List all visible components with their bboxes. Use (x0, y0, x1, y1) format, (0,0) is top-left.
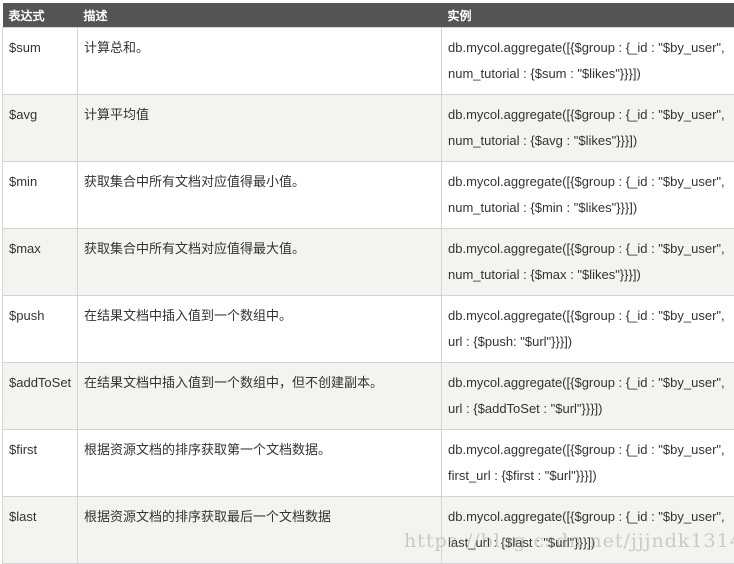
description-cell: 计算总和。 (77, 27, 442, 95)
table-row: $min 获取集合中所有文档对应值得最小值。 db.mycol.aggregat… (2, 161, 734, 229)
header-example: 实例 (441, 3, 734, 28)
table-row: $last 根据资源文档的排序获取最后一个文档数据 db.mycol.aggre… (2, 496, 734, 564)
expression-cell: $addToSet (2, 362, 78, 430)
example-cell: db.mycol.aggregate([{$group : {_id : "$b… (441, 94, 734, 162)
example-line: db.mycol.aggregate([{$group : {_id : "$b… (448, 174, 725, 189)
expression-cell: $min (2, 161, 78, 229)
example-cell: db.mycol.aggregate([{$group : {_id : "$b… (441, 228, 734, 296)
table-row: $addToSet 在结果文档中插入值到一个数组中，但不创建副本。 db.myc… (2, 362, 734, 430)
example-line: num_tutorial : {$sum : "$likes"}}}]) (448, 66, 641, 81)
example-line: db.mycol.aggregate([{$group : {_id : "$b… (448, 375, 725, 390)
example-line: db.mycol.aggregate([{$group : {_id : "$b… (448, 442, 725, 457)
example-cell: db.mycol.aggregate([{$group : {_id : "$b… (441, 161, 734, 229)
expression-cell: $sum (2, 27, 78, 95)
description-cell: 根据资源文档的排序获取最后一个文档数据 (77, 496, 442, 564)
table-row: $avg 计算平均值 db.mycol.aggregate([{$group :… (2, 94, 734, 162)
example-cell: db.mycol.aggregate([{$group : {_id : "$b… (441, 295, 734, 363)
example-line: last_url : {$last : "$url"}}}]) (448, 535, 596, 550)
example-cell: db.mycol.aggregate([{$group : {_id : "$b… (441, 429, 734, 497)
table-row: $first 根据资源文档的排序获取第一个文档数据。 db.mycol.aggr… (2, 429, 734, 497)
example-line: num_tutorial : {$avg : "$likes"}}}]) (448, 133, 638, 148)
example-line: db.mycol.aggregate([{$group : {_id : "$b… (448, 509, 725, 524)
aggregation-operators-table: 表达式 描述 实例 $sum 计算总和。 db.mycol.aggregate(… (2, 3, 734, 564)
table-row: $sum 计算总和。 db.mycol.aggregate([{$group :… (2, 27, 734, 95)
example-cell: db.mycol.aggregate([{$group : {_id : "$b… (441, 362, 734, 430)
example-line: url : {$push: "$url"}}}]) (448, 334, 573, 349)
example-line: db.mycol.aggregate([{$group : {_id : "$b… (448, 107, 725, 122)
example-line: db.mycol.aggregate([{$group : {_id : "$b… (448, 308, 725, 323)
expression-cell: $push (2, 295, 78, 363)
example-line: num_tutorial : {$max : "$likes"}}}]) (448, 267, 641, 282)
table-row: $push 在结果文档中插入值到一个数组中。 db.mycol.aggregat… (2, 295, 734, 363)
description-cell: 根据资源文档的排序获取第一个文档数据。 (77, 429, 442, 497)
description-cell: 在结果文档中插入值到一个数组中。 (77, 295, 442, 363)
example-line: url : {$addToSet : "$url"}}}]) (448, 401, 603, 416)
expression-cell: $avg (2, 94, 78, 162)
header-expression: 表达式 (2, 3, 78, 28)
example-cell: db.mycol.aggregate([{$group : {_id : "$b… (441, 496, 734, 564)
description-cell: 在结果文档中插入值到一个数组中，但不创建副本。 (77, 362, 442, 430)
description-cell: 获取集合中所有文档对应值得最小值。 (77, 161, 442, 229)
example-cell: db.mycol.aggregate([{$group : {_id : "$b… (441, 27, 734, 95)
description-cell: 获取集合中所有文档对应值得最大值。 (77, 228, 442, 296)
example-line: db.mycol.aggregate([{$group : {_id : "$b… (448, 241, 725, 256)
table-header: 表达式 描述 实例 (2, 3, 734, 28)
description-cell: 计算平均值 (77, 94, 442, 162)
expression-cell: $max (2, 228, 78, 296)
expression-cell: $last (2, 496, 78, 564)
example-line: num_tutorial : {$min : "$likes"}}}]) (448, 200, 638, 215)
header-row: 表达式 描述 实例 (2, 3, 734, 28)
table-row: $max 获取集合中所有文档对应值得最大值。 db.mycol.aggregat… (2, 228, 734, 296)
header-description: 描述 (77, 3, 442, 28)
example-line: first_url : {$first : "$url"}}}]) (448, 468, 597, 483)
table-body: $sum 计算总和。 db.mycol.aggregate([{$group :… (2, 27, 734, 564)
expression-cell: $first (2, 429, 78, 497)
example-line: db.mycol.aggregate([{$group : {_id : "$b… (448, 40, 725, 55)
